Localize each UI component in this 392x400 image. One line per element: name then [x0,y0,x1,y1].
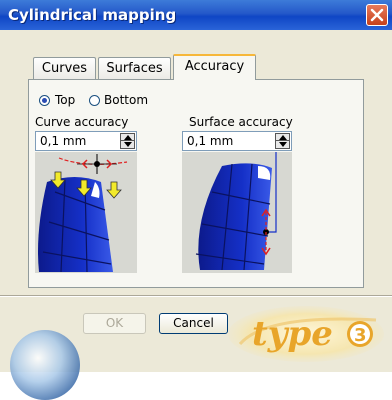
window-title: Cylindrical mapping [8,6,177,24]
type3-logo: type 3 [226,304,384,362]
surface-accuracy-spinner[interactable] [275,133,290,149]
surface-accuracy-label: Surface accuracy [189,115,293,129]
bottom-radio-label: Bottom [104,93,149,107]
surface-accuracy-illustration [182,152,292,273]
top-radio-label: Top [55,93,76,107]
dialog-window: Cylindrical mapping Curves Surfaces Accu… [0,0,392,400]
divider-highlight [0,296,392,297]
curve-accuracy-illustration [35,152,137,273]
close-button[interactable] [366,4,388,26]
surface-accuracy-diagram-icon [195,152,277,271]
type3-logo-icon: type 3 [228,306,384,362]
surface-accuracy-value: 0,1 mm [187,134,234,148]
ok-button[interactable]: OK [83,313,146,334]
title-bar[interactable]: Cylindrical mapping [0,0,392,30]
tab-accuracy[interactable]: Accuracy [173,54,256,80]
curve-accuracy-field[interactable]: 0,1 mm [35,131,137,151]
close-icon [370,8,384,22]
curve-accuracy-spinner[interactable] [120,133,135,149]
curve-accuracy-value: 0,1 mm [40,134,87,148]
svg-text:3: 3 [354,325,367,346]
top-radio[interactable] [39,95,50,106]
cancel-button[interactable]: Cancel [159,313,228,334]
tab-surfaces[interactable]: Surfaces [98,57,171,79]
curve-accuracy-label: Curve accuracy [35,115,129,129]
surface-accuracy-field[interactable]: 0,1 mm [182,131,292,151]
svg-text:type: type [252,314,333,354]
tab-curves[interactable]: Curves [33,57,96,79]
bottom-radio[interactable] [89,95,100,106]
curve-accuracy-diagram-icon [38,154,128,273]
decorative-bubble-icon [10,330,80,400]
